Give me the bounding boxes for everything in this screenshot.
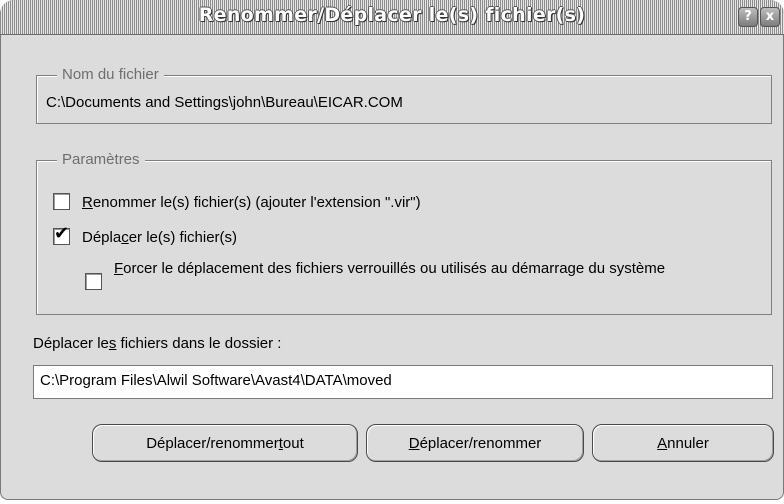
help-icon[interactable]: ?	[738, 7, 758, 27]
destination-folder-input[interactable]: C:\Program Files\Alwil Software\Avast4\D…	[33, 365, 773, 399]
move-checkbox[interactable]: ✔	[53, 223, 70, 245]
destination-folder-label: Déplacer les fichiers dans le dossier :	[33, 335, 282, 352]
rename-move-dialog: Renommer/Déplacer le(s) fichier(s) ? x N…	[0, 0, 784, 500]
force-move-option[interactable]: Forcer le déplacement des fichiers verro…	[85, 259, 755, 290]
move-option[interactable]: ✔ Déplacer le(s) fichier(s)	[53, 223, 237, 247]
checkmark-icon: ✔	[54, 223, 70, 244]
file-name-legend: Nom du fichier	[57, 66, 164, 84]
rename-option-label[interactable]: Renommer le(s) fichier(s) (ajouter l'ext…	[82, 193, 421, 212]
dialog-title: Renommer/Déplacer le(s) fichier(s)	[198, 4, 586, 26]
title-bar[interactable]: Renommer/Déplacer le(s) fichier(s) ? x	[0, 0, 784, 35]
move-rename-all-button[interactable]: Déplacer/renommer t out	[92, 424, 358, 462]
file-name-group: Nom du fichier C:\Documents and Settings…	[36, 66, 772, 124]
cancel-button[interactable]: Annuler	[592, 424, 774, 462]
move-option-label[interactable]: Déplacer le(s) fichier(s)	[82, 228, 237, 247]
close-icon[interactable]: x	[760, 7, 780, 27]
move-rename-button[interactable]: Déplacer/renommer	[366, 424, 584, 462]
rename-option[interactable]: Renommer le(s) fichier(s) (ajouter l'ext…	[53, 193, 421, 212]
force-move-option-label[interactable]: Forcer le déplacement des fichiers verro…	[114, 259, 665, 278]
force-move-checkbox[interactable]	[85, 273, 102, 290]
rename-checkbox[interactable]	[53, 193, 70, 210]
file-path-text: C:\Documents and Settings\john\Bureau\EI…	[46, 94, 403, 111]
parameters-legend: Paramètres	[57, 151, 145, 169]
